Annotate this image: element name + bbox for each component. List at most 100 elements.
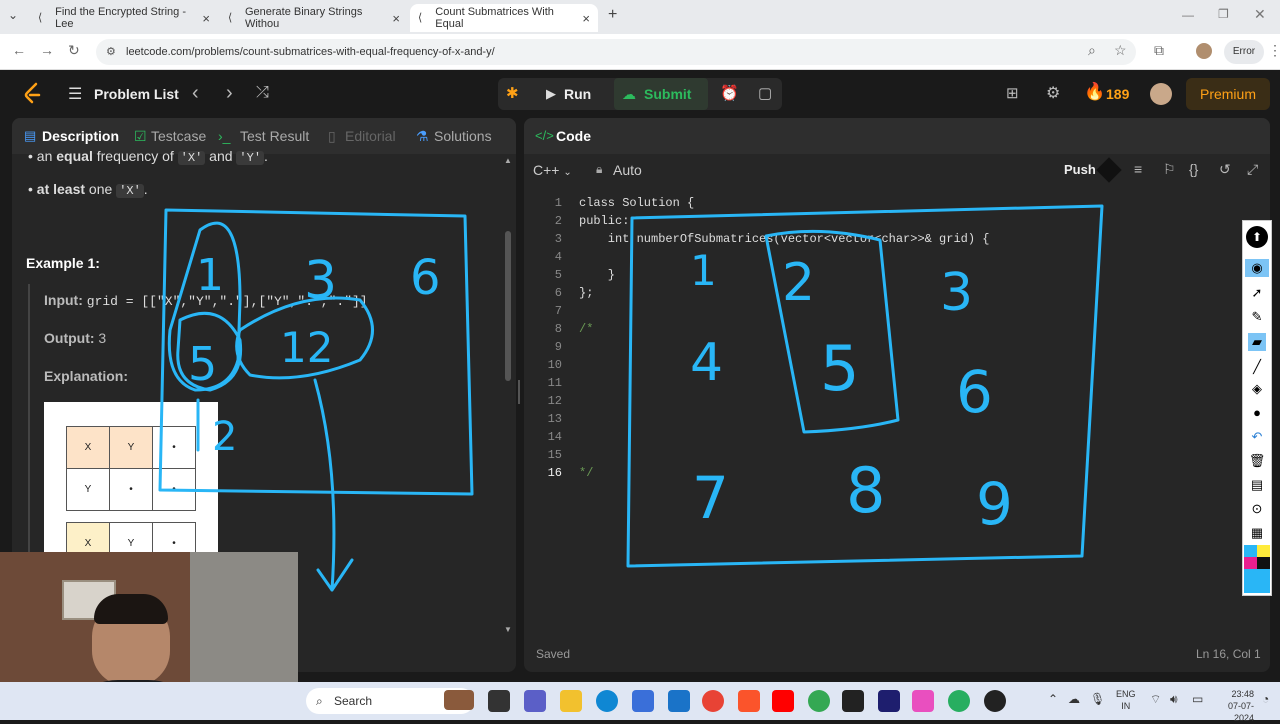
close-window-icon[interactable]: ✕ [1254, 6, 1266, 23]
youtube-icon[interactable] [772, 690, 794, 712]
tray-wifi-icon[interactable]: ⌔ [1150, 692, 1161, 707]
scroll-up-icon[interactable]: ▲ [504, 156, 512, 165]
fullscreen-icon[interactable]: ⤢ [1247, 161, 1258, 178]
tab-editorial[interactable]: Editorial [345, 128, 396, 144]
brave-icon[interactable] [738, 690, 760, 712]
cursor-arrow-icon[interactable]: ➚ [1248, 284, 1266, 302]
undo-icon[interactable]: ↶ [1248, 428, 1266, 446]
camera-icon[interactable]: ⊙ [1248, 500, 1266, 518]
tray-volume-icon[interactable]: 🔊︎ [1170, 692, 1178, 707]
layout-icon[interactable]: ⊞ [1006, 84, 1019, 102]
shuffle-icon[interactable]: ⤮ [256, 84, 269, 102]
obs-icon[interactable] [984, 690, 1006, 712]
browser-tab-active[interactable]: ⟨ Count Submatrices With Equal × [410, 4, 598, 32]
code-line[interactable]: /* [579, 322, 593, 336]
tab-testcase[interactable]: Testcase [151, 128, 206, 144]
pin-icon[interactable]: ⬆ [1246, 226, 1268, 248]
timer-icon[interactable]: ⏰ [720, 84, 739, 102]
auto-mode[interactable]: Auto [613, 162, 642, 178]
highlighter-icon[interactable]: ▰ [1248, 333, 1266, 351]
notification-icon[interactable]: ◔ [1262, 692, 1269, 706]
pen-icon[interactable]: ✎ [1248, 308, 1266, 326]
browser-tab[interactable]: ⟨ Generate Binary Strings Withou × [220, 4, 408, 32]
mail-icon[interactable] [668, 690, 690, 712]
zoom-icon[interactable]: ⌕ [1088, 42, 1096, 59]
user-avatar[interactable] [1150, 83, 1172, 105]
close-tab-icon[interactable]: × [582, 11, 590, 26]
code-line[interactable]: }; [579, 286, 593, 300]
site-info-icon[interactable]: ⚙ [106, 45, 116, 58]
close-tab-icon[interactable]: × [392, 11, 400, 26]
code-line[interactable]: int numberOfSubmatrices(vector<vector<ch… [579, 232, 990, 246]
bookmark-star-icon[interactable]: ☆ [1114, 42, 1127, 59]
reload-icon[interactable]: ↻ [68, 42, 80, 59]
prev-problem-icon[interactable]: ‹ [192, 82, 199, 105]
language-indicator[interactable]: ENG IN [1116, 688, 1136, 712]
forward-icon[interactable]: → [40, 42, 54, 58]
chrome-icon[interactable] [702, 690, 724, 712]
error-button[interactable]: Error [1224, 40, 1264, 64]
streak-count[interactable]: 189 [1106, 86, 1129, 102]
tab-description[interactable]: Description [42, 128, 119, 144]
line-icon[interactable]: ╱ [1248, 358, 1266, 376]
store-icon[interactable] [632, 690, 654, 712]
problem-list-icon[interactable]: ☰ [68, 84, 82, 104]
clipboard-icon[interactable]: ▦ [1248, 524, 1266, 542]
leetcode-logo-icon[interactable] [22, 82, 44, 106]
color-swatch-yellow[interactable] [1257, 545, 1270, 557]
teams-icon[interactable] [524, 690, 546, 712]
bookmark-icon[interactable]: ⚐ [1163, 161, 1176, 178]
profile-avatar[interactable] [1196, 43, 1212, 59]
code-line[interactable]: class Solution { [579, 196, 694, 210]
code-line[interactable]: } [579, 268, 615, 282]
extensions-icon[interactable]: ⧉ [1154, 42, 1164, 59]
back-icon[interactable]: ← [12, 42, 26, 58]
reset-icon[interactable]: ↺ [1219, 161, 1231, 178]
new-tab-icon[interactable]: + [608, 6, 617, 24]
problem-list-link[interactable]: Problem List [94, 86, 179, 102]
notes-icon[interactable]: ▢ [758, 84, 772, 102]
dot-icon[interactable]: ● [1248, 404, 1266, 422]
panel-resize-handle[interactable] [518, 380, 520, 404]
settings-gear-icon[interactable]: ⚙ [1046, 83, 1060, 103]
edge-icon[interactable] [596, 690, 618, 712]
color-swatch-cyan[interactable] [1244, 545, 1257, 557]
color-swatch-black[interactable] [1257, 557, 1270, 569]
eye-icon[interactable]: ◉ [1245, 259, 1269, 277]
premium-button[interactable]: Premium [1186, 78, 1270, 110]
code-line[interactable]: public: [579, 214, 629, 228]
tray-mic-icon[interactable]: 🎙︎ [1090, 692, 1105, 706]
chrome-active-icon[interactable] [808, 690, 830, 712]
debug-icon[interactable]: ✱ [506, 84, 519, 102]
restore-icon[interactable]: ❐ [1218, 7, 1229, 21]
next-problem-icon[interactable]: › [226, 82, 233, 105]
run-button[interactable]: ▶ Run [538, 78, 610, 110]
language-select[interactable]: C++ ⌄ [533, 162, 572, 178]
file-explorer-icon[interactable] [560, 690, 582, 712]
tray-network-icon[interactable]: ☁ [1068, 692, 1080, 706]
submit-button[interactable]: ☁ Submit [614, 78, 708, 110]
tab-test-result[interactable]: Test Result [240, 128, 309, 144]
color-swatch-selected[interactable] [1244, 569, 1270, 593]
clock[interactable]: 23:48 07-07-2024 [1210, 688, 1254, 724]
format-icon[interactable]: ≡ [1134, 161, 1142, 177]
tab-list-icon[interactable]: ⌄ [8, 8, 18, 22]
intellij-icon[interactable] [878, 690, 900, 712]
left-scrollbar[interactable]: ▲ ▼ [504, 156, 512, 634]
close-tab-icon[interactable]: × [202, 11, 210, 26]
eraser-icon[interactable]: ◈ [1248, 380, 1266, 398]
push-button[interactable]: Push [1064, 162, 1096, 177]
task-view-icon[interactable] [488, 690, 510, 712]
url-field[interactable]: leetcode.com/problems/count-submatrices-… [96, 39, 1136, 65]
tray-chevron-icon[interactable]: ⌃ [1048, 692, 1058, 706]
mongodb-icon[interactable] [948, 690, 970, 712]
menu-icon[interactable]: ⋮ [1268, 42, 1280, 59]
vscode-icon[interactable] [912, 690, 934, 712]
code-line[interactable]: */ [579, 466, 593, 480]
trash-icon[interactable]: 🗑︎ [1248, 452, 1266, 470]
board-icon[interactable]: ▤ [1248, 476, 1266, 494]
browser-tab[interactable]: ⟨ Find the Encrypted String - Lee × [30, 4, 218, 32]
color-swatch-magenta[interactable] [1244, 557, 1257, 569]
terminal-icon[interactable] [842, 690, 864, 712]
braces-icon[interactable]: {} [1189, 161, 1198, 177]
